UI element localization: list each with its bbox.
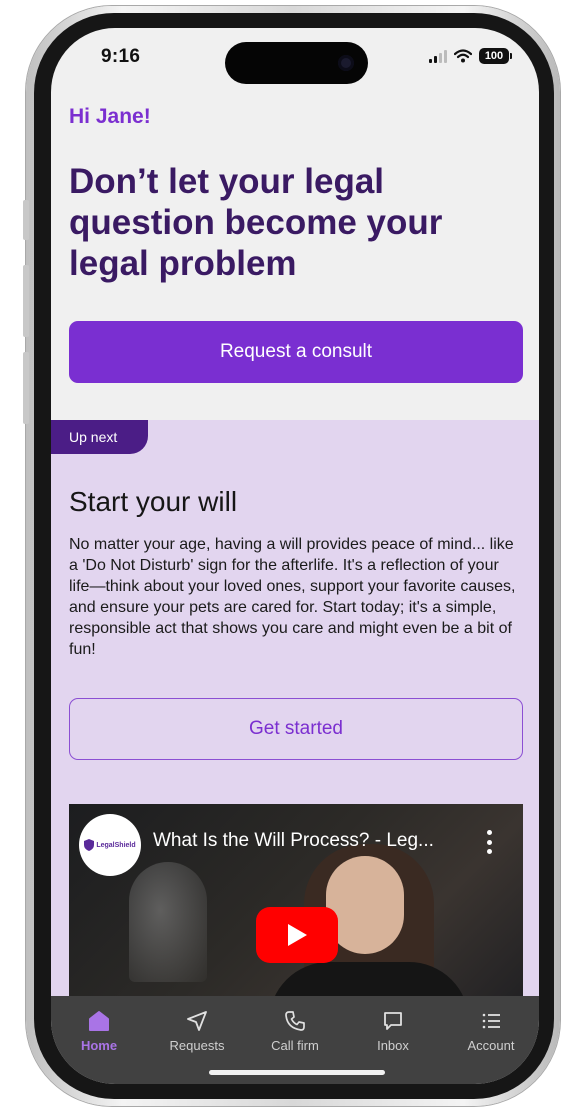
tab-account[interactable]: Account: [451, 996, 531, 1066]
tab-label-requests: Requests: [169, 1038, 225, 1053]
more-vertical-icon[interactable]: [487, 830, 493, 854]
send-icon: [187, 1011, 207, 1031]
play-button[interactable]: [256, 907, 338, 963]
tab-bar: Home Requests Call firm Inbox Account: [51, 996, 539, 1084]
chat-icon: [384, 1012, 402, 1030]
phone-screen: 9:16 100 Hi Jane! Don’t let your legal q…: [51, 28, 539, 1084]
get-started-button[interactable]: Get started: [69, 698, 523, 760]
channel-logo[interactable]: LegalShield: [79, 814, 141, 876]
shield-icon: [84, 839, 95, 851]
battery-icon: 100: [479, 48, 512, 64]
video-player[interactable]: LegalShield What Is the Will Process? - …: [69, 804, 523, 1020]
home-icon: [89, 1011, 109, 1031]
volume-down-button: [23, 352, 29, 424]
home-indicator[interactable]: [209, 1070, 385, 1075]
tab-requests[interactable]: Requests: [157, 996, 237, 1066]
list-icon: [482, 1013, 500, 1029]
tab-home[interactable]: Home: [59, 996, 139, 1066]
up-next-tag: Up next: [51, 420, 148, 454]
status-indicators: 100: [429, 48, 512, 64]
card-description: No matter your age, having a will provid…: [69, 536, 516, 658]
channel-logo-text: LegalShield: [96, 841, 136, 849]
volume-up-button: [23, 265, 29, 337]
card-title: Start your will: [69, 486, 238, 517]
tab-label-call-firm: Call firm: [271, 1038, 319, 1053]
video-title[interactable]: What Is the Will Process? - Leg...: [153, 830, 463, 852]
wifi-icon: [454, 49, 472, 63]
dynamic-island: [225, 42, 368, 84]
tab-label-home: Home: [80, 1038, 118, 1053]
tab-inbox[interactable]: Inbox: [353, 996, 433, 1066]
phone-icon: [285, 1011, 305, 1031]
camera-icon: [338, 55, 354, 71]
silent-switch: [23, 200, 29, 240]
signal-icon: [429, 49, 447, 63]
video-background-object: [129, 862, 207, 982]
greeting: Hi Jane!: [69, 105, 151, 128]
request-consult-button[interactable]: Request a consult: [69, 321, 523, 383]
page-headline: Don’t let your legal question become you…: [69, 162, 443, 283]
up-next-card: Up next Start your will No matter your a…: [51, 420, 539, 1020]
battery-level: 100: [484, 50, 504, 62]
tab-label-inbox: Inbox: [377, 1038, 409, 1053]
status-time: 9:16: [101, 46, 141, 67]
play-icon: [288, 924, 307, 946]
tab-label-account: Account: [467, 1038, 515, 1053]
status-bar: 9:16 100: [51, 28, 539, 98]
tab-call-firm[interactable]: Call firm: [255, 996, 335, 1066]
